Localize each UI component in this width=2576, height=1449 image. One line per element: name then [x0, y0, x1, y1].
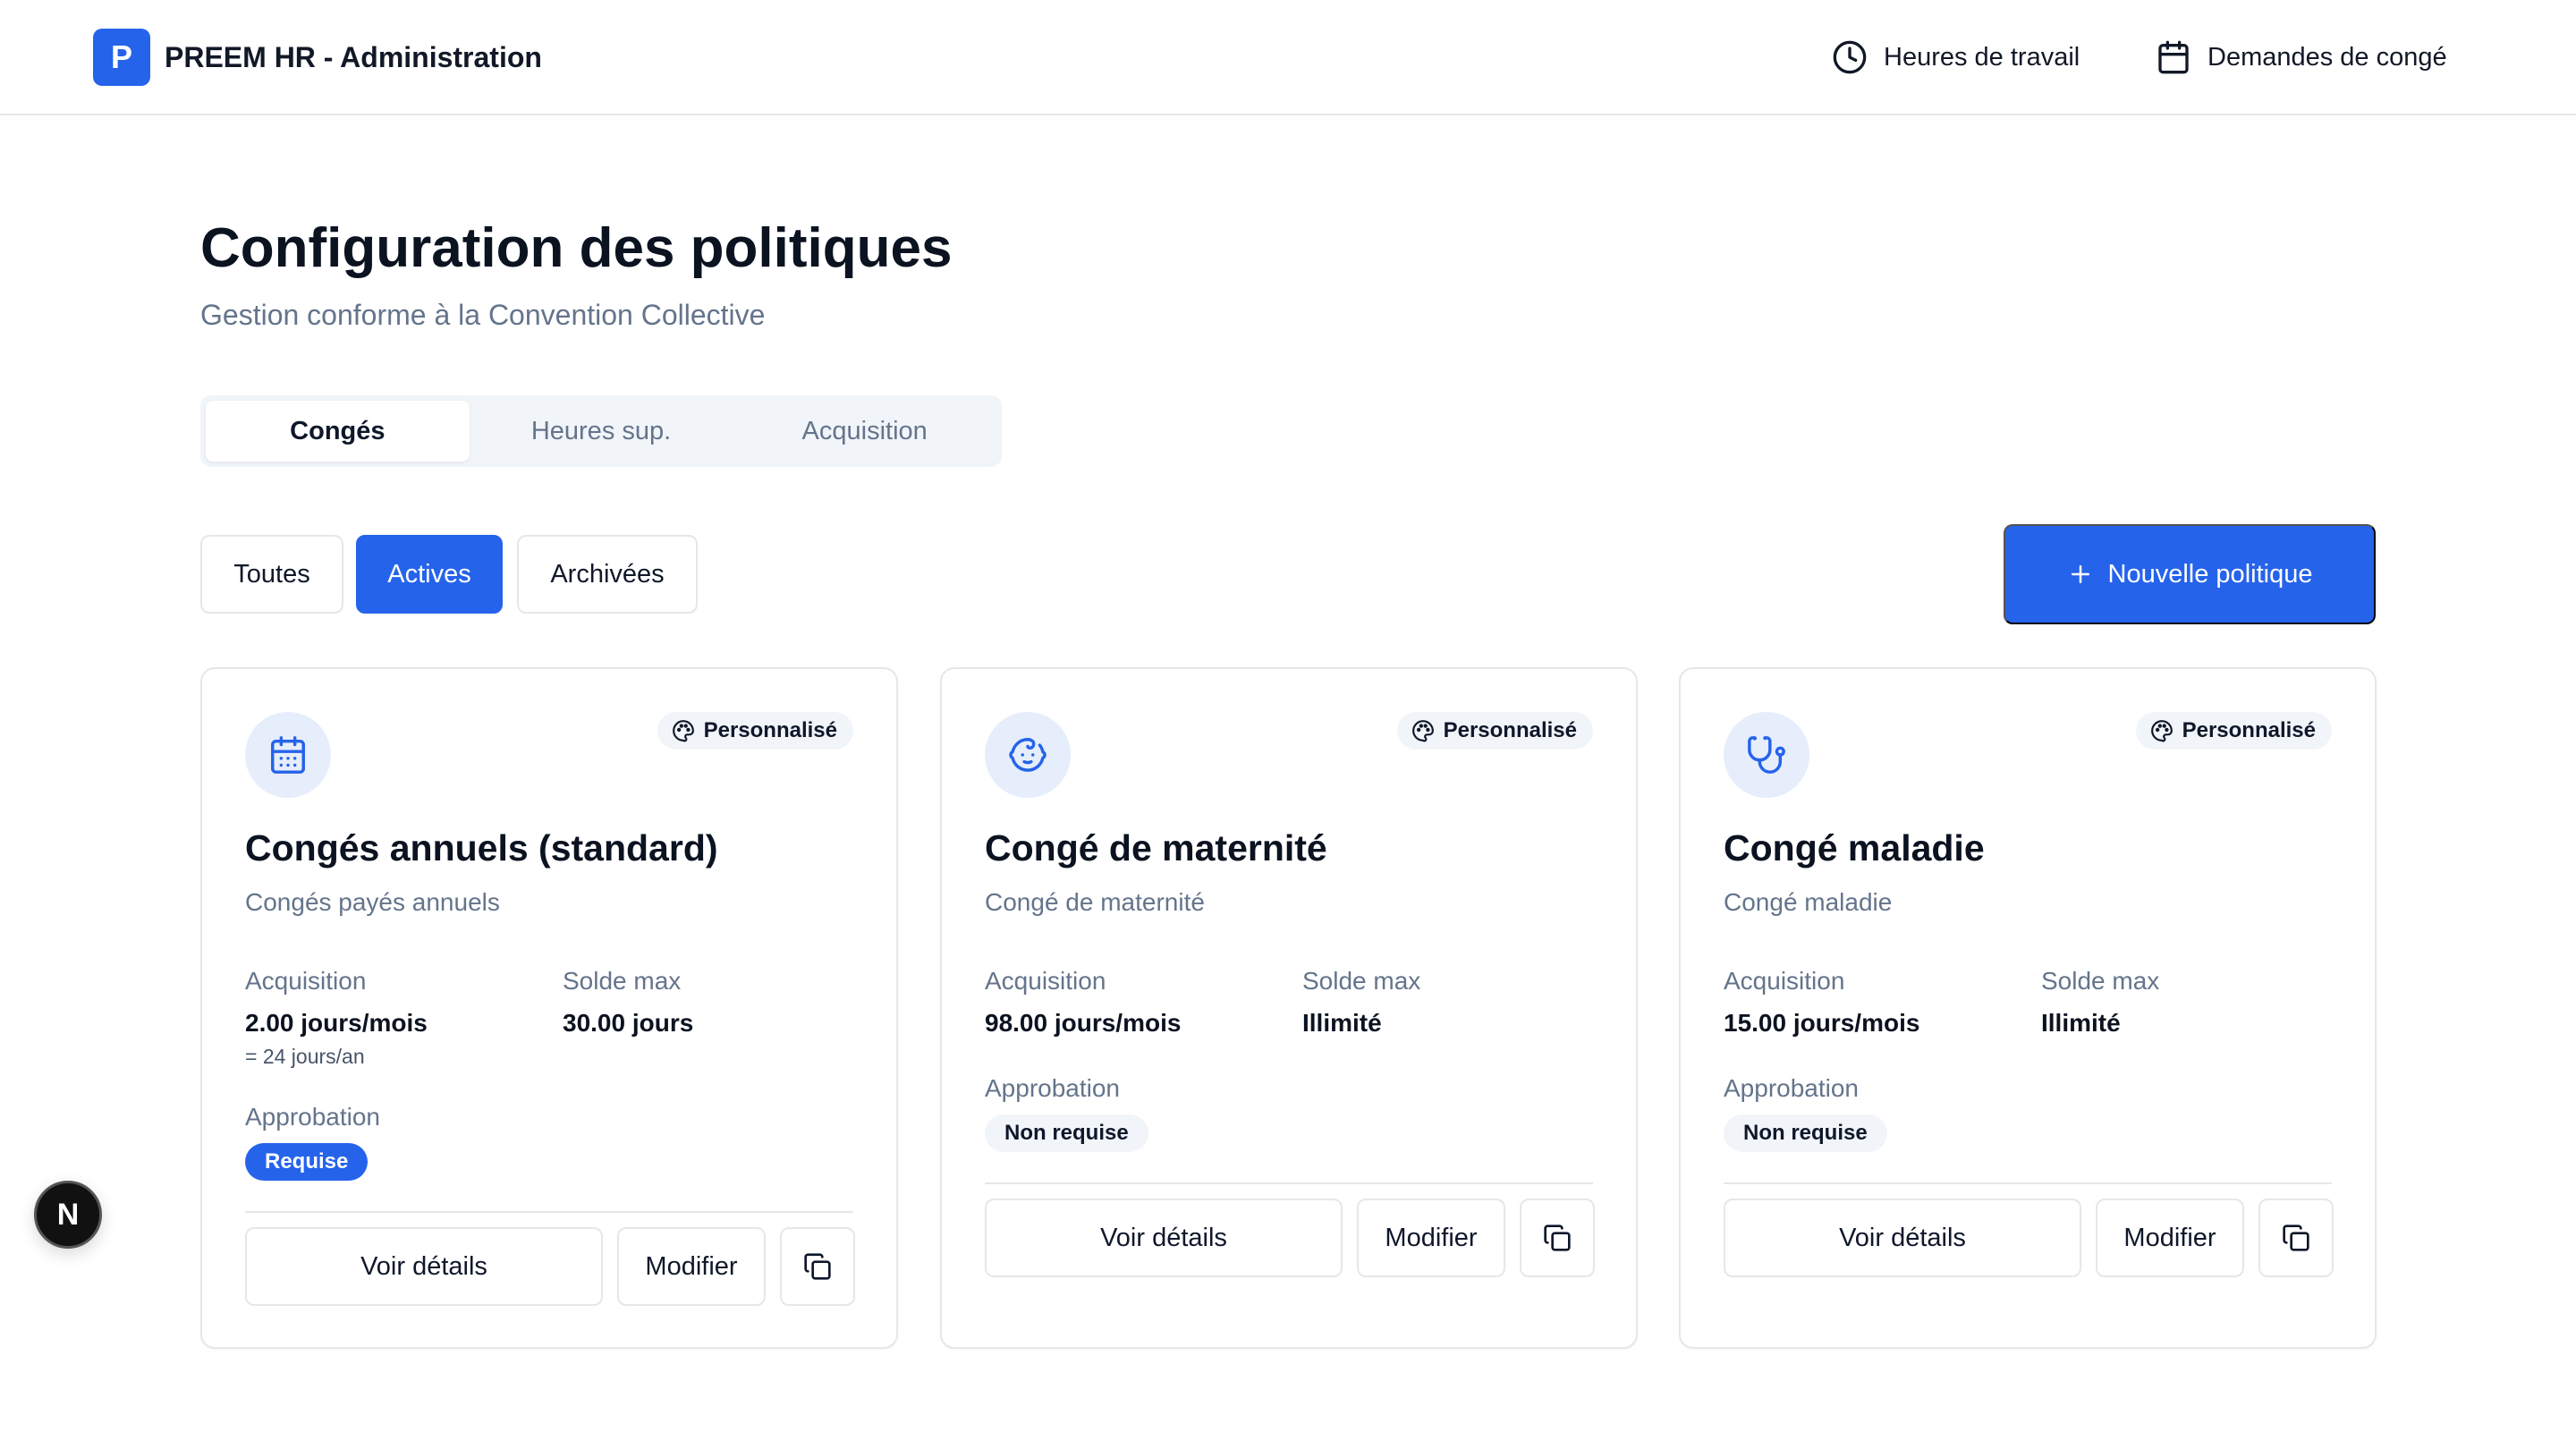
stethoscope-icon	[1748, 736, 1785, 774]
app-logo[interactable]: P	[93, 29, 150, 86]
new-policy-label: Nouvelle politique	[2107, 559, 2313, 589]
edit-button[interactable]: Modifier	[2096, 1199, 2244, 1277]
policy-card: Personnalisé Congé de maternité Congé de…	[940, 667, 1638, 1349]
nav-working-hours[interactable]: Heures de travail	[1832, 36, 2080, 79]
card-icon-wrap	[1724, 712, 1809, 798]
max-balance-label: Solde max	[2041, 967, 2160, 995]
dev-tools-badge[interactable]: N	[34, 1181, 102, 1249]
copy-icon	[1544, 1224, 1571, 1251]
custom-badge: Personnalisé	[657, 712, 853, 750]
approval-badge: Non requise	[985, 1114, 1148, 1152]
acquisition-note: = 24 jours/an	[245, 1045, 365, 1068]
max-balance-value: Illimité	[1302, 1009, 1382, 1037]
card-title: Congé de maternité	[985, 827, 1327, 869]
view-details-button[interactable]: Voir détails	[985, 1199, 1343, 1277]
top-header: P PREEM HR - Administration Heures de tr…	[0, 0, 2576, 115]
copy-icon	[2283, 1224, 2309, 1251]
palette-icon	[2150, 720, 2173, 742]
app-title: PREEM HR - Administration	[165, 41, 542, 73]
edit-button[interactable]: Modifier	[1357, 1199, 1505, 1277]
baby-icon	[1009, 738, 1046, 772]
card-description: Congés payés annuels	[245, 888, 500, 916]
custom-badge: Personnalisé	[1396, 712, 1593, 750]
plus-icon	[2071, 565, 2089, 583]
duplicate-button[interactable]	[780, 1227, 855, 1306]
page-title: Configuration des politiques	[200, 217, 953, 279]
acquisition-value: 2.00 jours/mois	[245, 1009, 428, 1037]
nav-leave-requests[interactable]: Demandes de congé	[2156, 36, 2447, 79]
card-icon-wrap	[245, 712, 331, 798]
card-icon-wrap	[985, 712, 1071, 798]
card-title: Congés annuels (standard)	[245, 827, 718, 869]
palette-icon	[1411, 720, 1434, 742]
approval-badge: Requise	[245, 1143, 369, 1181]
tab-heures-sup[interactable]: Heures sup.	[470, 401, 733, 462]
policy-tabs: Congés Heures sup. Acquisition	[200, 395, 1002, 467]
duplicate-button[interactable]	[2258, 1199, 2334, 1277]
calendar-icon	[271, 736, 305, 774]
custom-badge-label: Personnalisé	[2182, 718, 2316, 742]
filter-active-button[interactable]: Actives	[356, 535, 503, 614]
policy-card: Personnalisé Congé maladie Congé maladie…	[1679, 667, 2377, 1349]
card-divider	[985, 1182, 1593, 1184]
acquisition-value: 98.00 jours/mois	[985, 1009, 1182, 1037]
page-subtitle: Gestion conforme à la Convention Collect…	[200, 299, 766, 331]
nav-leave-requests-label: Demandes de congé	[2207, 43, 2447, 72]
edit-button[interactable]: Modifier	[617, 1227, 766, 1306]
tab-conges[interactable]: Congés	[206, 401, 470, 462]
copy-icon	[804, 1253, 831, 1280]
card-title: Congé maladie	[1724, 827, 1985, 869]
filter-all-button[interactable]: Toutes	[200, 535, 343, 614]
max-balance-label: Solde max	[1302, 967, 1421, 995]
approval-label: Approbation	[985, 1074, 1121, 1102]
approval-badge: Non requise	[1724, 1114, 1887, 1152]
policy-card: Personnalisé Congés annuels (standard) C…	[200, 667, 898, 1349]
duplicate-button[interactable]	[1520, 1199, 1595, 1277]
new-policy-button[interactable]: Nouvelle politique	[2004, 524, 2376, 624]
card-description: Congé maladie	[1724, 888, 1893, 916]
custom-badge: Personnalisé	[2135, 712, 2332, 750]
custom-badge-label: Personnalisé	[703, 718, 837, 742]
approval-label: Approbation	[1724, 1074, 1860, 1102]
acquisition-value: 15.00 jours/mois	[1724, 1009, 1920, 1037]
max-balance-label: Solde max	[563, 967, 682, 995]
acquisition-label: Acquisition	[1724, 967, 1845, 995]
max-balance-value: 30.00 jours	[563, 1009, 694, 1037]
clock-icon	[1833, 40, 1867, 74]
palette-icon	[672, 720, 694, 742]
acquisition-label: Acquisition	[985, 967, 1106, 995]
card-divider	[1724, 1182, 2332, 1184]
filter-archived-button[interactable]: Archivées	[517, 535, 698, 614]
max-balance-value: Illimité	[2041, 1009, 2121, 1037]
view-details-button[interactable]: Voir détails	[245, 1227, 603, 1306]
nav-working-hours-label: Heures de travail	[1884, 43, 2080, 72]
tab-acquisition[interactable]: Acquisition	[733, 401, 996, 462]
card-divider	[245, 1211, 853, 1213]
custom-badge-label: Personnalisé	[1443, 718, 1577, 742]
view-details-button[interactable]: Voir détails	[1724, 1199, 2081, 1277]
acquisition-label: Acquisition	[245, 967, 367, 995]
card-description: Congé de maternité	[985, 888, 1205, 916]
calendar-icon	[2158, 40, 2189, 74]
approval-label: Approbation	[245, 1103, 381, 1131]
